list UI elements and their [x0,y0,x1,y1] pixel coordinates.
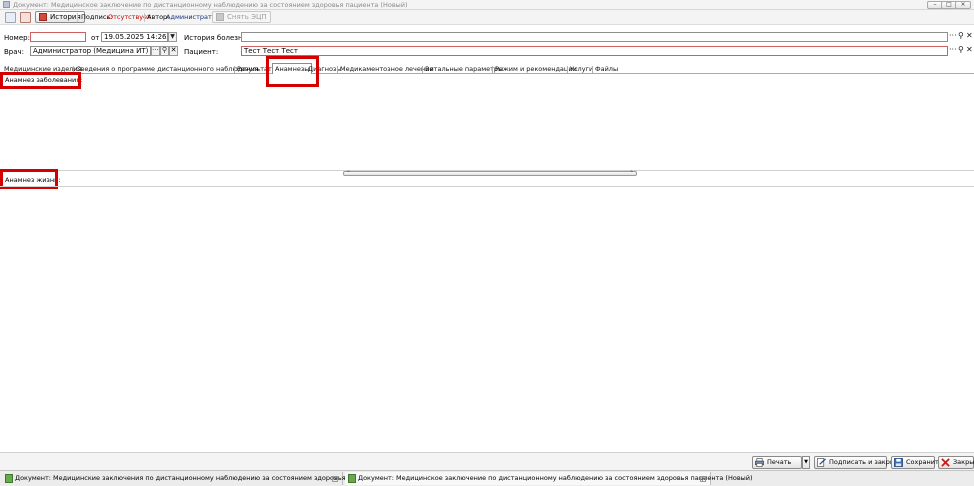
patient-ellipsis-button[interactable]: ··· [949,46,957,54]
history-ellipsis-button[interactable]: ··· [949,32,957,40]
sign-icon [817,458,826,467]
action-bar: Печать ▼ Подписать и закрыть Сохранить З… [0,452,974,470]
window-title: Документ: Медицинское заключение по дист… [13,1,408,9]
doctor-search-icon[interactable]: ⚲ [160,46,169,56]
toolbar-separator [77,13,78,22]
print-doc-icon[interactable] [5,12,16,23]
window-titlebar: Документ: Медицинское заключение по дист… [0,0,974,10]
patient-label: Пациент: [184,48,219,56]
print-dropdown-button[interactable]: ▼ [802,456,810,469]
number-field[interactable] [30,32,86,42]
tab-separator [592,66,593,73]
close-icon [941,458,950,467]
tab-separator [567,66,568,73]
tab-regime-recommendations[interactable]: Режим и рекомендации [495,65,577,74]
date-field[interactable]: 19.05.2025 14:26:36 [101,32,168,42]
history-clear-icon[interactable]: ✕ [966,32,973,40]
sign-and-close-button[interactable]: Подписать и закрыть [814,456,903,469]
number-label: Номер: [4,34,30,42]
tab-strip: Медицинские изделия Сведения о программе… [0,63,974,74]
doctor-clear-icon[interactable]: ✕ [169,46,178,56]
tab-program-info[interactable]: Сведения о программе дистанционного набл… [76,65,259,74]
life-anamnesis-editor[interactable] [0,187,974,451]
tab-separator [234,66,235,73]
task-document-list[interactable]: Документ: Медицинские заключения по дист… [2,472,381,485]
patient-search-icon[interactable]: ⚲ [958,46,964,54]
close-button[interactable]: Закрыть [938,456,974,469]
signature-icon [216,13,224,21]
disease-anamnesis-editor[interactable] [0,86,974,170]
active-tab-highlight [266,56,319,87]
chevron-up-icon: ⌃ [346,170,352,177]
print-button[interactable]: Печать [752,456,802,469]
patient-field[interactable]: Тест Тест Тест [241,46,948,56]
save-button[interactable]: Сохранить [891,456,943,469]
document-icon [348,474,356,483]
history-illness-label: История болезни: [184,34,250,42]
history-search-icon[interactable]: ⚲ [958,32,964,40]
tab-separator [337,66,338,73]
tab-drug-treatment[interactable]: Медикаментозное лечение [340,65,433,74]
printer-icon [755,458,764,467]
tab-files[interactable]: Файлы [595,65,618,74]
tab-services[interactable]: Услуги [570,65,593,74]
toolbar-separator [144,13,145,22]
doctor-field[interactable]: Администратор (Медицина ИТ) [30,46,151,56]
close-icon[interactable]: × [700,476,706,482]
save-icon [894,458,903,467]
date-dropdown-button[interactable]: ▼ [168,32,177,42]
history-icon [39,13,47,21]
date-from-label: от [91,34,100,42]
toolbar: История Подпись: Отсутствует Автор: Адми… [0,10,974,25]
history-illness-field[interactable] [241,32,948,42]
close-window-button[interactable]: × [955,1,971,9]
tab-separator [422,66,423,73]
doctor-ellipsis-button[interactable]: ··· [151,46,160,56]
document-icon [3,1,10,8]
tab-separator [492,66,493,73]
remove-ecp-button[interactable]: Снять ЭЦП [212,11,271,23]
patient-clear-icon[interactable]: ✕ [966,46,973,54]
panel-splitter[interactable]: ⌃ ⌃ [343,170,637,177]
close-icon[interactable]: × [332,476,338,482]
document-taskbar: Документ: Медицинские заключения по дист… [0,470,974,486]
chevron-up-icon: ⌃ [628,170,634,177]
export-icon[interactable] [20,12,31,23]
task-current-document[interactable]: Документ: Медицинское заключение по дист… [345,472,753,485]
document-icon [5,474,13,483]
doctor-label: Врач: [4,48,25,56]
